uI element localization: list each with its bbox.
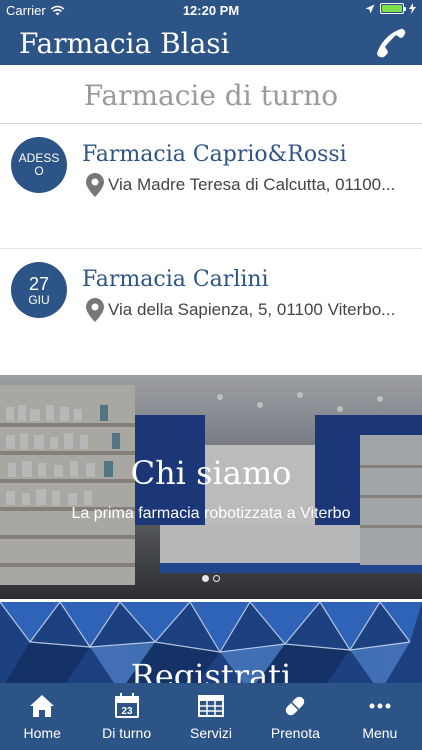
pill-icon <box>281 693 309 719</box>
carousel-dot[interactable] <box>213 575 220 582</box>
pharmacy-address: Via Madre Teresa di Calcutta, 01100... <box>86 173 406 197</box>
register-banner[interactable]: Registrati <box>0 602 422 692</box>
pharmacy-address: Via della Sapienza, 5, 01100 Viterbo... <box>86 298 406 322</box>
date-badge: 27 GIU <box>11 262 67 318</box>
phone-icon <box>377 28 406 58</box>
date-badge: ADESS O <box>11 137 67 193</box>
section-title: Farmacie di turno <box>0 68 422 124</box>
home-icon <box>28 693 56 719</box>
status-icons <box>365 3 416 14</box>
tab-label: Menu <box>362 725 398 741</box>
more-icon <box>366 693 394 719</box>
calendar-day: 23 <box>121 706 133 717</box>
tab-label: Prenota <box>270 725 320 741</box>
address-text: Via Madre Teresa di Calcutta, 01100... <box>108 175 396 194</box>
pharmacy-name: Farmacia Carlini <box>82 267 269 292</box>
pharmacy-name: Farmacia Caprio&Rossi <box>82 142 347 167</box>
tab-home[interactable]: Home <box>0 683 84 750</box>
carousel-dots <box>0 575 422 582</box>
tab-label: Servizi <box>190 725 233 741</box>
tab-label: Di turno <box>102 725 152 741</box>
charging-bolt-icon <box>409 3 416 14</box>
map-pin-icon <box>86 298 104 322</box>
location-arrow-icon <box>365 4 375 13</box>
banner-title: Chi siamo <box>130 454 292 492</box>
tab-menu[interactable]: Menu <box>338 683 422 750</box>
app-title: Farmacia Blasi <box>19 27 230 60</box>
address-text: Via della Sapienza, 5, 01100 Viterbo... <box>108 300 396 319</box>
calendar-icon: 23 <box>113 693 141 719</box>
badge-top: 27 <box>28 273 50 294</box>
pharmacy-item[interactable]: ADESS O Farmacia Caprio&Rossi Via Madre … <box>0 125 422 249</box>
tab-bar: Home 23 Di turno Servizi Prenota Menu <box>0 683 422 750</box>
tab-label: Home <box>23 725 61 741</box>
services-icon <box>197 693 225 719</box>
badge-bottom: O <box>34 164 44 178</box>
pharmacy-item[interactable]: 27 GIU Farmacia Carlini Via della Sapien… <box>0 250 422 374</box>
call-button[interactable] <box>374 26 408 60</box>
carousel-dot-active[interactable] <box>202 575 209 582</box>
banner-subtitle: La prima farmacia robotizzata a Viterbo <box>71 505 351 522</box>
about-banner[interactable]: Chi siamo La prima farmacia robotizzata … <box>0 375 422 599</box>
tab-di-turno[interactable]: 23 Di turno <box>84 683 168 750</box>
tab-prenota[interactable]: Prenota <box>253 683 337 750</box>
battery-icon <box>380 3 406 14</box>
map-pin-icon <box>86 173 104 197</box>
tab-servizi[interactable]: Servizi <box>169 683 253 750</box>
nav-bar: Farmacia Blasi <box>0 22 422 65</box>
badge-bottom: GIU <box>28 292 50 307</box>
status-time: 12:20 PM <box>182 3 240 18</box>
status-bar: Carrier 12:20 PM <box>0 0 422 22</box>
